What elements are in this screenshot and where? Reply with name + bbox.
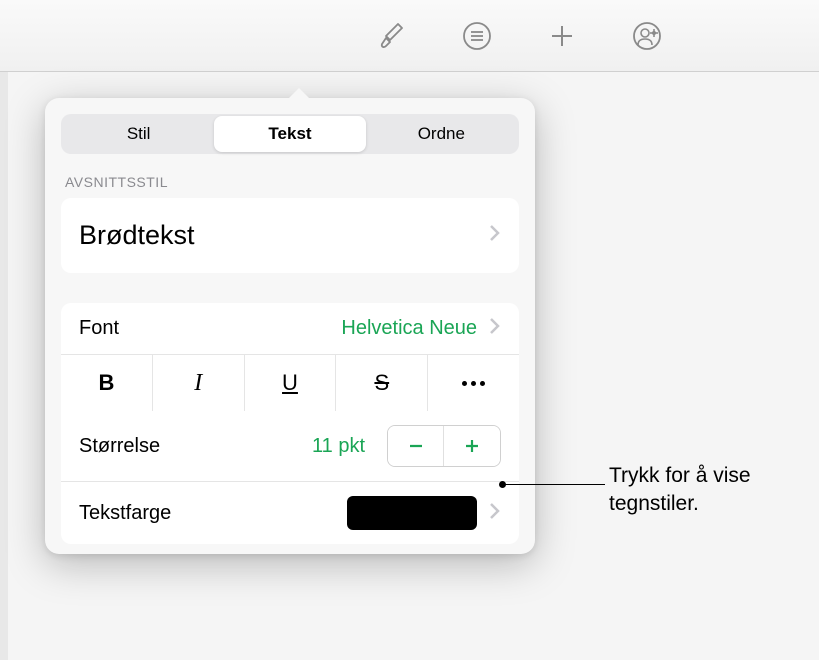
chevron-right-icon (489, 502, 501, 525)
text-color-swatch (347, 496, 477, 530)
paragraph-style-section-label: AVSNITTSSTIL (65, 174, 515, 190)
top-toolbar (0, 0, 819, 72)
bold-button[interactable]: B (61, 355, 153, 411)
font-card: Font Helvetica Neue B I U S Størrelse 11… (61, 303, 519, 544)
callout-line-2: tegnstiler. (609, 490, 751, 518)
brush-icon (376, 20, 408, 52)
text-color-label: Tekstfarge (79, 502, 347, 525)
size-decrease-button[interactable] (388, 426, 444, 466)
list-button[interactable] (457, 16, 497, 56)
format-brush-button[interactable] (372, 16, 412, 56)
text-color-selector[interactable]: Tekstfarge (61, 481, 519, 544)
size-value: 11 pkt (312, 435, 365, 458)
ellipsis-icon (462, 381, 485, 386)
list-icon (461, 20, 493, 52)
more-styles-button[interactable] (428, 355, 519, 411)
paragraph-style-selector[interactable]: Brødtekst (61, 198, 519, 273)
tab-text[interactable]: Tekst (214, 116, 365, 152)
chevron-right-icon (489, 317, 501, 340)
size-increase-button[interactable] (444, 426, 500, 466)
tab-arrange[interactable]: Ordne (366, 116, 517, 152)
underline-button[interactable]: U (245, 355, 337, 411)
collaborate-icon (631, 20, 663, 52)
callout-text: Trykk for å vise tegnstiler. (609, 462, 751, 519)
collaborate-button[interactable] (627, 16, 667, 56)
paragraph-style-name: Brødtekst (79, 220, 195, 251)
size-stepper (387, 425, 501, 467)
tab-style[interactable]: Stil (63, 116, 214, 152)
document-edge (0, 72, 8, 660)
paragraph-style-card: Brødtekst (61, 198, 519, 273)
strikethrough-button[interactable]: S (336, 355, 428, 411)
font-label: Font (79, 317, 119, 340)
format-tabs: Stil Tekst Ordne (61, 114, 519, 154)
add-button[interactable] (542, 16, 582, 56)
format-popover: Stil Tekst Ordne AVSNITTSSTIL Brødtekst … (45, 98, 535, 554)
italic-button[interactable]: I (153, 355, 245, 411)
font-value: Helvetica Neue (341, 317, 477, 340)
font-selector[interactable]: Font Helvetica Neue (61, 303, 519, 354)
callout-leader-line (503, 484, 605, 485)
text-format-buttons: B I U S (61, 354, 519, 411)
callout-line-1: Trykk for å vise (609, 462, 751, 490)
plus-icon (546, 20, 578, 52)
plus-icon (462, 436, 482, 456)
chevron-right-icon (489, 224, 501, 247)
minus-icon (406, 436, 426, 456)
size-row: Størrelse 11 pkt (61, 411, 519, 481)
size-label: Størrelse (79, 435, 300, 458)
